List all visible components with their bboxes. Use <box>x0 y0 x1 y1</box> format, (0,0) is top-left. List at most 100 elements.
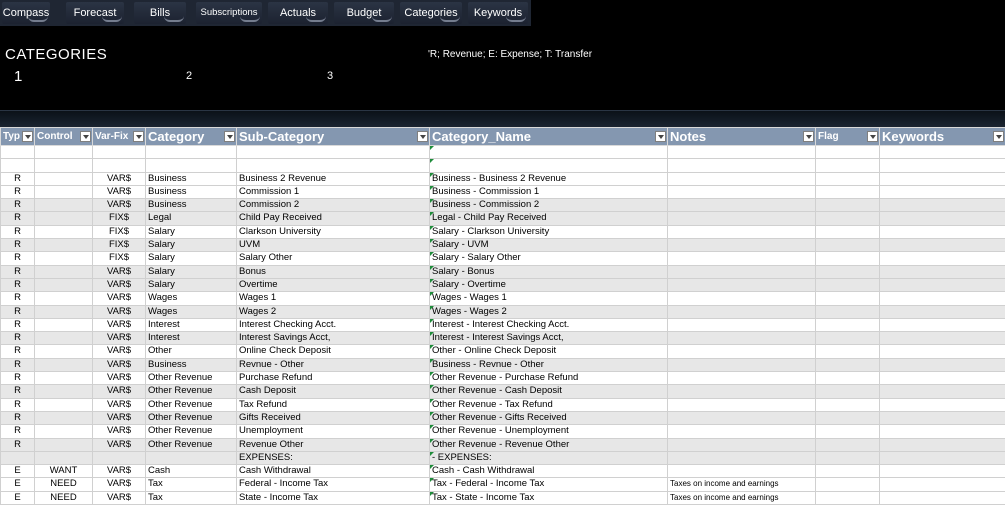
cell-control[interactable] <box>34 238 93 253</box>
cell-var-fix[interactable]: VAR$ <box>92 371 146 386</box>
cell-control[interactable] <box>34 450 93 466</box>
cell-control[interactable] <box>34 224 93 240</box>
cell-category-name[interactable]: Salary - Salary Other <box>429 251 668 266</box>
cell-flag[interactable] <box>815 224 880 240</box>
cell-category[interactable]: Other <box>145 344 237 359</box>
cell-control[interactable] <box>34 357 93 373</box>
cell-notes[interactable] <box>667 464 816 479</box>
cell-typ[interactable]: E <box>0 477 35 492</box>
cell-flag[interactable] <box>815 424 880 439</box>
cell-sub-category[interactable]: Wages 2 <box>236 304 430 319</box>
cell-category-name[interactable]: Other Revenue - Tax Refund <box>429 397 668 412</box>
cell-control[interactable] <box>34 184 93 200</box>
outline-level-2[interactable]: 2 <box>186 70 192 82</box>
cell-keywords[interactable] <box>879 198 1005 213</box>
cell-flag[interactable] <box>815 344 880 359</box>
cell-control[interactable] <box>34 211 93 226</box>
cell-var-fix[interactable]: VAR$ <box>92 464 146 479</box>
cell-control[interactable] <box>34 198 93 213</box>
filter-dropdown-icon[interactable] <box>80 131 91 142</box>
cell-sub-category[interactable]: Cash Deposit <box>236 384 430 399</box>
cell-category[interactable]: Other Revenue <box>145 371 237 386</box>
cell-flag[interactable] <box>815 251 880 266</box>
cell-keywords[interactable] <box>879 184 1005 200</box>
cell-typ[interactable]: R <box>0 331 35 346</box>
cell-control[interactable] <box>34 144 93 160</box>
tab-forecast[interactable]: Forecast <box>66 2 124 24</box>
cell-category[interactable]: Interest <box>145 331 237 346</box>
tab-categories[interactable]: Categories <box>400 2 462 24</box>
cell-var-fix[interactable]: VAR$ <box>92 490 146 506</box>
cell-var-fix[interactable]: VAR$ <box>92 277 146 293</box>
cell-sub-category[interactable]: Cash Withdrawal <box>236 464 430 479</box>
cell-typ[interactable] <box>0 158 35 173</box>
cell-notes[interactable] <box>667 238 816 253</box>
cell-keywords[interactable] <box>879 371 1005 386</box>
cell-typ[interactable]: E <box>0 464 35 479</box>
cell-sub-category[interactable]: Overtime <box>236 277 430 293</box>
cell-control[interactable] <box>34 251 93 266</box>
filter-dropdown-icon[interactable] <box>417 131 428 142</box>
cell-sub-category[interactable]: Unemployment <box>236 424 430 439</box>
cell-control[interactable] <box>34 171 93 186</box>
cell-category-name[interactable]: Legal - Child Pay Received <box>429 211 668 226</box>
outline-level-3[interactable]: 3 <box>327 70 333 82</box>
cell-notes[interactable] <box>667 211 816 226</box>
cell-var-fix[interactable]: VAR$ <box>92 410 146 426</box>
cell-var-fix[interactable] <box>92 450 146 466</box>
cell-keywords[interactable] <box>879 291 1005 306</box>
cell-keywords[interactable] <box>879 397 1005 412</box>
cell-category[interactable]: Salary <box>145 277 237 293</box>
cell-notes[interactable] <box>667 171 816 186</box>
cell-category[interactable] <box>145 450 237 466</box>
cell-sub-category[interactable]: Revenue Other <box>236 437 430 452</box>
cell-sub-category[interactable]: Commission 2 <box>236 198 430 213</box>
cell-typ[interactable]: R <box>0 437 35 452</box>
cell-category[interactable]: Business <box>145 171 237 186</box>
cell-var-fix[interactable]: FIX$ <box>92 238 146 253</box>
cell-notes[interactable] <box>667 317 816 333</box>
column-header-var-fix[interactable]: Var-Fix <box>92 127 146 146</box>
cell-control[interactable] <box>34 277 93 293</box>
cell-control[interactable]: NEED <box>34 477 93 492</box>
filter-dropdown-icon[interactable] <box>993 131 1004 142</box>
cell-flag[interactable] <box>815 397 880 412</box>
column-header-keywords[interactable]: Keywords <box>879 127 1005 146</box>
cell-typ[interactable]: R <box>0 277 35 293</box>
cell-sub-category[interactable]: Federal - Income Tax <box>236 477 430 492</box>
cell-sub-category[interactable]: Business 2 Revenue <box>236 171 430 186</box>
cell-flag[interactable] <box>815 198 880 213</box>
cell-category[interactable]: Salary <box>145 251 237 266</box>
cell-keywords[interactable] <box>879 224 1005 240</box>
cell-var-fix[interactable]: VAR$ <box>92 198 146 213</box>
cell-keywords[interactable] <box>879 410 1005 426</box>
cell-var-fix[interactable]: FIX$ <box>92 251 146 266</box>
cell-control[interactable] <box>34 384 93 399</box>
cell-control[interactable]: NEED <box>34 490 93 506</box>
cell-typ[interactable]: R <box>0 211 35 226</box>
cell-category-name[interactable]: Business - Business 2 Revenue <box>429 171 668 186</box>
cell-category-name[interactable]: Business - Commission 2 <box>429 198 668 213</box>
cell-category-name[interactable]: Other Revenue - Gifts Received <box>429 410 668 426</box>
cell-var-fix[interactable]: VAR$ <box>92 264 146 279</box>
cell-control[interactable] <box>34 317 93 333</box>
cell-category-name[interactable]: Cash - Cash Withdrawal <box>429 464 668 479</box>
cell-control[interactable] <box>34 371 93 386</box>
cell-keywords[interactable] <box>879 384 1005 399</box>
cell-var-fix[interactable]: VAR$ <box>92 357 146 373</box>
cell-category[interactable]: Tax <box>145 490 237 506</box>
cell-notes[interactable] <box>667 158 816 173</box>
cell-flag[interactable] <box>815 158 880 173</box>
cell-var-fix[interactable]: VAR$ <box>92 291 146 306</box>
cell-typ[interactable]: R <box>0 184 35 200</box>
cell-flag[interactable] <box>815 331 880 346</box>
cell-notes[interactable] <box>667 397 816 412</box>
cell-control[interactable] <box>34 291 93 306</box>
cell-var-fix[interactable]: VAR$ <box>92 171 146 186</box>
cell-keywords[interactable] <box>879 171 1005 186</box>
cell-notes[interactable] <box>667 437 816 452</box>
filter-dropdown-icon[interactable] <box>803 131 814 142</box>
cell-keywords[interactable] <box>879 251 1005 266</box>
cell-flag[interactable] <box>815 184 880 200</box>
cell-keywords[interactable] <box>879 144 1005 160</box>
